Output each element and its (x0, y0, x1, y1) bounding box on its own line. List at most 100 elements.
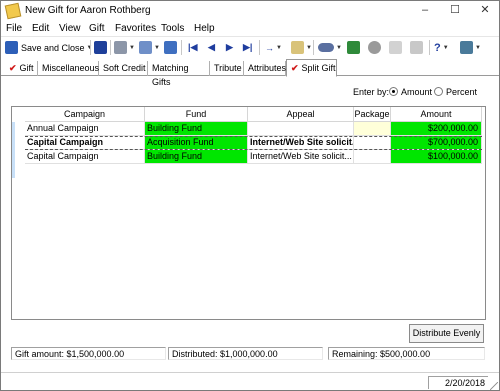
menu-favorites[interactable]: Favorites (115, 23, 156, 34)
remaining-field: Remaining: $500,000.00 (328, 347, 485, 360)
percent-radio-label[interactable]: Percent (446, 87, 477, 97)
save-icon (5, 41, 18, 54)
tab-matching-gifts[interactable]: Matching Gifts (148, 61, 210, 87)
maximize-button[interactable]: ☐ (441, 1, 469, 21)
column-header-amount[interactable]: Amount (391, 107, 482, 122)
tab-miscellaneous[interactable]: Miscellaneous (38, 61, 99, 76)
tab-gift[interactable]: ✔ Gift (5, 61, 38, 76)
chevron-down-icon: ▼ (154, 44, 160, 51)
column-header-appeal[interactable]: Appeal (248, 107, 354, 122)
column-header-fund[interactable]: Fund (145, 107, 248, 122)
delete-button[interactable] (410, 40, 423, 55)
tools-button[interactable]: ▼ (460, 40, 481, 55)
cell-fund[interactable]: Acquisition Fund (145, 136, 248, 150)
copy-button[interactable]: ▼ (291, 40, 312, 55)
tab-gift-label: Gift (19, 63, 34, 73)
cell-appeal[interactable]: Internet/Web Site solicit... (248, 136, 354, 150)
first-record-button[interactable]: |◀ (188, 40, 197, 55)
arrow-right-icon: → (265, 42, 274, 53)
previous-record-button[interactable]: ◀ (208, 40, 215, 55)
print-button[interactable]: ▼ (114, 40, 135, 55)
cell-amount[interactable]: $100,000.00 (391, 150, 482, 164)
column-header-package[interactable]: Package (354, 107, 391, 122)
preview-button[interactable]: ▼ (139, 40, 160, 55)
globe-button[interactable] (368, 40, 381, 55)
amount-radio[interactable] (389, 87, 398, 96)
title-bar: New Gift for Aaron Rothberg – ☐ ✕ (1, 1, 499, 21)
properties-icon (164, 41, 177, 54)
cell-fund[interactable]: Building Fund (145, 122, 248, 136)
toolbar-separator (90, 40, 91, 55)
toolbar-separator (181, 40, 182, 55)
menu-gift[interactable]: Gift (89, 23, 105, 34)
row-marker (12, 150, 15, 164)
tools-icon (460, 41, 473, 54)
cell-campaign[interactable]: Capital Campaign (25, 150, 145, 164)
tab-attributes[interactable]: Attributes (244, 61, 286, 76)
cell-appeal[interactable]: Internet/Web Site solicit... (248, 150, 354, 164)
tab-soft-credit[interactable]: Soft Credit (99, 61, 148, 76)
cell-appeal[interactable] (248, 122, 354, 136)
close-record-button[interactable] (389, 40, 402, 55)
next-record-icon: ▶ (226, 42, 233, 52)
row-marker (12, 136, 15, 150)
distribute-evenly-button[interactable]: Distribute Evenly (409, 324, 484, 343)
toolbar-separator (313, 40, 314, 55)
qr-button[interactable] (347, 40, 360, 55)
cell-campaign[interactable]: Capital Campaign (25, 136, 145, 150)
distributed-field: Distributed: $1,000,000.00 (168, 347, 323, 360)
save-button[interactable] (94, 40, 107, 55)
percent-radio[interactable] (434, 87, 443, 96)
properties-button[interactable] (164, 40, 177, 55)
last-record-icon: ▶| (243, 42, 253, 52)
go-to-button[interactable]: → ▼ (265, 40, 282, 55)
resize-grip-icon[interactable] (490, 382, 498, 390)
window-title: New Gift for Aaron Rothberg (25, 5, 151, 16)
help-icon: ? (434, 41, 441, 54)
minimize-button[interactable]: – (411, 1, 439, 21)
menu-edit[interactable]: Edit (32, 23, 49, 34)
chevron-down-icon: ▼ (442, 44, 449, 51)
first-record-icon: |◀ (188, 42, 198, 52)
cell-campaign[interactable]: Annual Campaign (25, 122, 145, 136)
tab-soft-credit-label: Soft Credit (103, 63, 146, 73)
column-header-campaign[interactable]: Campaign (25, 107, 145, 122)
menu-tools[interactable]: Tools (161, 23, 184, 34)
gift-window: New Gift for Aaron Rothberg – ☐ ✕ File E… (0, 0, 500, 391)
floppy-disk-icon (94, 41, 107, 54)
link-button[interactable]: ▼ (318, 40, 342, 55)
close-record-icon (389, 41, 402, 54)
cell-fund[interactable]: Building Fund (145, 150, 248, 164)
cell-package[interactable] (354, 150, 391, 164)
tab-split-gift[interactable]: ✔ Split Gift (286, 59, 337, 77)
qr-code-icon (347, 41, 360, 54)
menu-file[interactable]: File (6, 23, 22, 34)
cell-amount[interactable]: $200,000.00 (391, 122, 482, 136)
tab-tribute[interactable]: Tribute (210, 61, 244, 76)
menu-bar: File Edit View Gift Favorites Tools Help (1, 21, 499, 36)
last-record-button[interactable]: ▶| (243, 40, 252, 55)
status-date: 2/20/2018 (428, 376, 488, 389)
tab-attributes-label: Attributes (248, 63, 287, 73)
next-record-button[interactable]: ▶ (226, 40, 233, 55)
copy-icon (291, 41, 304, 54)
preview-icon (139, 41, 152, 54)
toolbar-separator (110, 40, 111, 55)
status-bar: 2/20/2018 (1, 372, 499, 390)
save-and-close-button[interactable]: Save and Close ▼ (5, 40, 93, 55)
menu-view[interactable]: View (59, 23, 81, 34)
globe-icon (368, 41, 381, 54)
gift-amount-field: Gift amount: $1,500,000.00 (11, 347, 166, 360)
amount-radio-label[interactable]: Amount (401, 87, 432, 97)
split-gift-grid: Campaign Fund Appeal Package Amount Annu… (11, 106, 486, 320)
cell-amount[interactable]: $700,000.00 (391, 136, 482, 150)
cell-package[interactable] (354, 136, 391, 150)
menu-help[interactable]: Help (194, 23, 215, 34)
toolbar-separator (259, 40, 260, 55)
cell-package[interactable] (354, 122, 391, 136)
toolbar-separator (429, 40, 430, 55)
checkmark-icon: ✔ (9, 63, 17, 73)
tab-strip: ✔ Gift Miscellaneous Soft Credit Matching… (1, 59, 499, 87)
close-button[interactable]: ✕ (471, 1, 499, 21)
help-button[interactable]: ? ▼ (434, 40, 449, 55)
